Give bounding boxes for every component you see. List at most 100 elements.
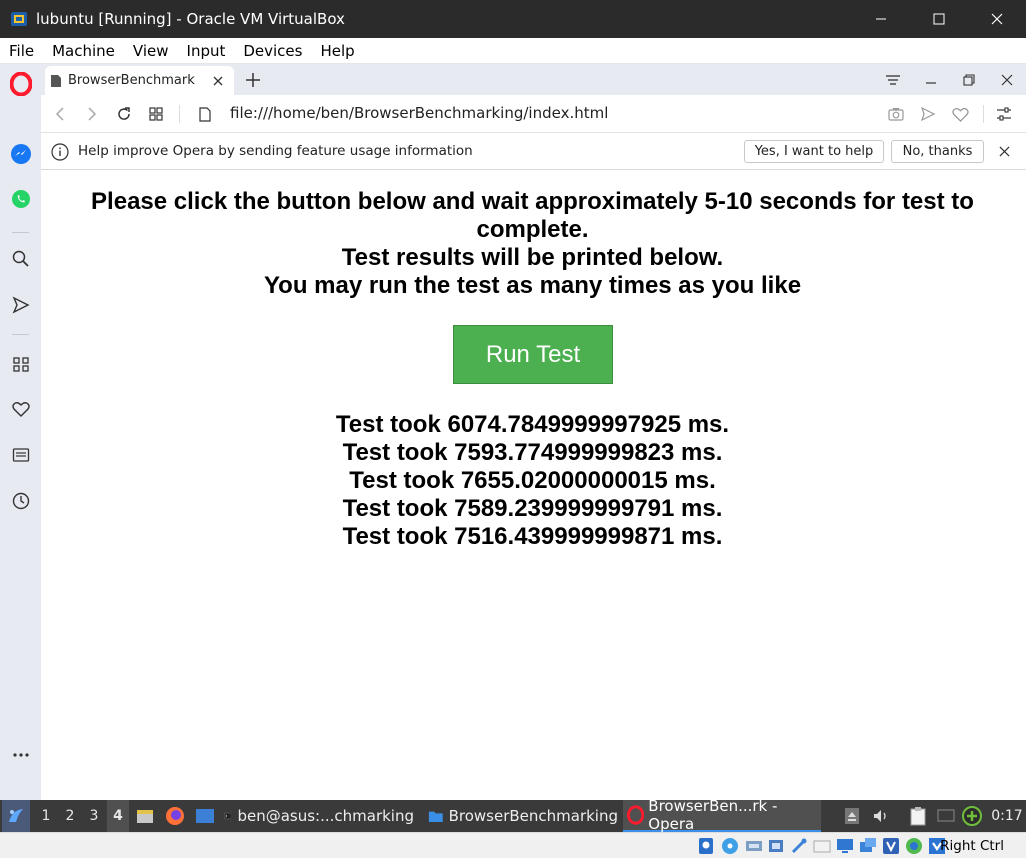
shared-folders-icon[interactable] [813, 837, 831, 855]
audio-icon[interactable] [745, 837, 763, 855]
url-field[interactable]: file:///home/ben/BrowserBenchmarking/ind… [230, 104, 608, 122]
address-bar-row: file:///home/ben/BrowserBenchmarking/ind… [41, 95, 1026, 133]
menu-machine[interactable]: Machine [43, 42, 124, 60]
maximize-icon [933, 13, 945, 25]
task-terminal[interactable]: ben@asus:...chmarking [224, 800, 414, 832]
menu-help[interactable]: Help [311, 42, 363, 60]
video-capture-icon[interactable] [859, 837, 877, 855]
sidebar-more-button[interactable] [0, 752, 41, 758]
infobar-decline-button[interactable]: No, thanks [891, 140, 984, 163]
usb-icon[interactable] [790, 837, 808, 855]
workspace-1[interactable]: 1 [35, 800, 57, 832]
task-opera[interactable]: BrowserBen...rk - Opera [623, 797, 821, 833]
file-icon [199, 106, 211, 122]
browser-close-button[interactable] [988, 64, 1026, 95]
news-button[interactable] [0, 447, 41, 463]
clock-icon [12, 492, 29, 510]
send-icon [12, 296, 30, 314]
close-icon [213, 76, 223, 85]
snapshot-button[interactable] [887, 105, 905, 123]
new-tab-icon[interactable] [244, 71, 262, 89]
forward-arrow-icon [88, 107, 97, 121]
reload-button[interactable] [115, 105, 133, 123]
optical-drive-icon[interactable] [721, 837, 739, 855]
menu-view[interactable]: View [124, 42, 178, 60]
close-window-button[interactable] [968, 0, 1026, 38]
bookmarks-button[interactable] [0, 401, 41, 417]
speed-dial-button[interactable] [0, 356, 41, 372]
messenger-button[interactable] [0, 143, 41, 165]
grid-icon [12, 357, 29, 372]
task-file-manager[interactable]: BrowserBenchmarking [428, 800, 618, 832]
clipboard-button[interactable] [907, 800, 929, 832]
workspace-3[interactable]: 3 [83, 800, 105, 832]
page-info-icon-wrap[interactable] [196, 105, 214, 123]
infobar-close-button[interactable] [996, 143, 1012, 159]
hard-disk-icon[interactable] [697, 837, 715, 855]
easy-setup-button[interactable] [995, 105, 1013, 123]
eject-button[interactable] [842, 800, 862, 832]
network-button[interactable] [935, 800, 957, 832]
history-button[interactable] [0, 492, 41, 510]
window-titlebar: lubuntu [Running] - Oracle VM VirtualBox [0, 0, 1026, 38]
tabs-grid-icon [149, 107, 163, 121]
show-desktop-button[interactable] [134, 800, 156, 832]
whatsapp-button[interactable] [0, 189, 41, 209]
network-adapter-icon[interactable] [767, 837, 785, 855]
workspace-2[interactable]: 2 [59, 800, 81, 832]
volume-button[interactable] [871, 800, 891, 832]
virtualization-icon[interactable] [882, 837, 900, 855]
forward-button[interactable] [83, 105, 101, 123]
file-manager-icon [137, 810, 153, 823]
tab-browserbenchmark[interactable]: BrowserBenchmark [45, 66, 234, 95]
send-to-flow-button[interactable] [919, 105, 937, 123]
instruction-line: Please click the button below and wait a… [91, 188, 974, 215]
display-icon[interactable] [836, 837, 854, 855]
restore-icon [963, 73, 975, 86]
tab-close-button[interactable] [210, 73, 226, 89]
info-icon [51, 143, 69, 161]
bookmark-button[interactable] [951, 105, 969, 123]
menu-devices[interactable]: Devices [234, 42, 311, 60]
infobar-accept-button[interactable]: Yes, I want to help [744, 140, 884, 163]
firefox-launcher[interactable] [164, 800, 186, 832]
maximize-button[interactable] [910, 0, 968, 38]
reload-icon [118, 107, 130, 120]
opera-menu-button[interactable] [0, 72, 41, 96]
tab-menu-button[interactable] [874, 64, 912, 95]
news-icon [12, 448, 29, 462]
minimize-button[interactable] [852, 0, 910, 38]
eject-icon [845, 808, 859, 824]
guest-additions-icon[interactable] [905, 837, 923, 855]
desktop-launcher[interactable] [194, 800, 216, 832]
search-icon [12, 250, 29, 267]
heart-icon [11, 402, 30, 417]
page-icon [51, 74, 61, 87]
network-icon [937, 809, 955, 822]
flow-button[interactable] [0, 296, 41, 314]
update-notifier-button[interactable] [961, 800, 983, 832]
menu-file[interactable]: File [0, 42, 43, 60]
workspace-4[interactable]: 4 [107, 800, 129, 832]
search-button[interactable] [0, 250, 41, 268]
clock[interactable]: 0:17 [990, 800, 1024, 832]
window-title: lubuntu [Running] - Oracle VM VirtualBox [36, 10, 345, 28]
vbox-menubar: File Machine View Input Devices Help [0, 38, 1026, 64]
browser-restore-button[interactable] [950, 64, 988, 95]
minimize-icon [926, 81, 936, 84]
whatsapp-icon [11, 190, 30, 208]
opera-infobar: Help improve Opera by sending feature us… [41, 133, 1026, 170]
terminal-icon [224, 812, 232, 820]
host-key-label: Right Ctrl [940, 838, 1004, 854]
settings-sliders-icon [997, 107, 1011, 121]
menu-input[interactable]: Input [178, 42, 235, 60]
run-test-button[interactable]: Run Test [453, 325, 613, 384]
lxqt-taskbar: 1 2 3 4 ben@asus:...chmarking BrowserBen… [0, 797, 1026, 833]
tabs-overview-button[interactable] [147, 105, 165, 123]
test-results: Test took 6074.7849999997925 ms. Test to… [41, 411, 1024, 551]
instructions: Please click the button below and wait a… [41, 188, 1024, 300]
browser-minimize-button[interactable] [912, 64, 950, 95]
result-line: Test took 6074.7849999997925 ms. [335, 411, 730, 438]
start-menu-button[interactable] [2, 800, 30, 832]
back-button[interactable] [51, 105, 69, 123]
